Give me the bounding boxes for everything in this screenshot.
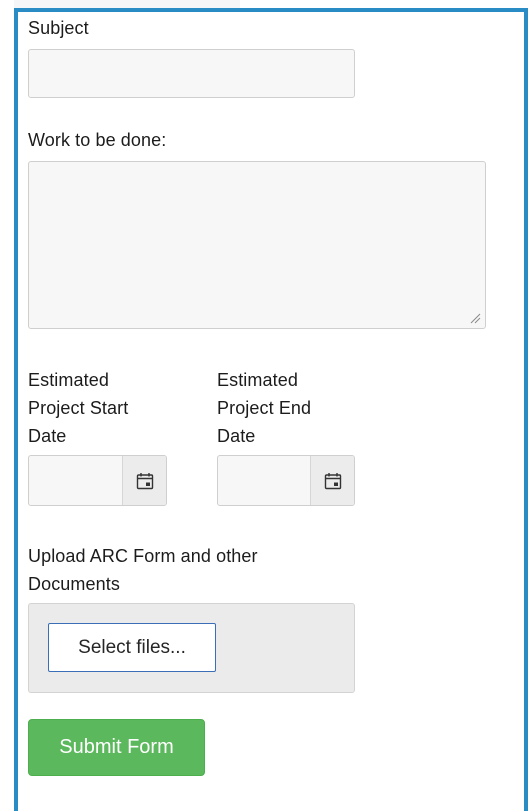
end-date-picker [217,455,355,506]
end-date-label-line1: Estimated [217,370,298,390]
end-date-label-line2: Project End [217,398,312,418]
end-date-input[interactable] [218,456,312,505]
calendar-icon [324,472,341,489]
start-date-label-line3: Date [28,426,67,446]
select-files-button[interactable]: Select files... [48,623,216,672]
upload-label-line1: Upload ARC Form and other [28,546,258,566]
start-date-label-line2: Project Start [28,398,129,418]
start-date-label-line1: Estimated [28,370,109,390]
start-date-picker [28,455,167,506]
upload-label-line2: Documents [28,574,120,594]
start-date-calendar-button[interactable] [122,456,166,505]
subject-input[interactable] [28,49,355,98]
start-date-input[interactable] [29,456,124,505]
work-textarea[interactable] [28,161,486,329]
submit-form-button[interactable]: Submit Form [28,719,205,776]
end-date-calendar-button[interactable] [310,456,354,505]
subject-label: Subject [28,18,89,38]
upload-dropzone[interactable]: Select files... [28,603,355,693]
calendar-icon [136,472,153,489]
end-date-label-line3: Date [217,426,256,446]
work-label: Work to be done: [28,130,167,150]
top-strip [14,0,240,8]
resize-handle-icon[interactable] [470,313,481,324]
